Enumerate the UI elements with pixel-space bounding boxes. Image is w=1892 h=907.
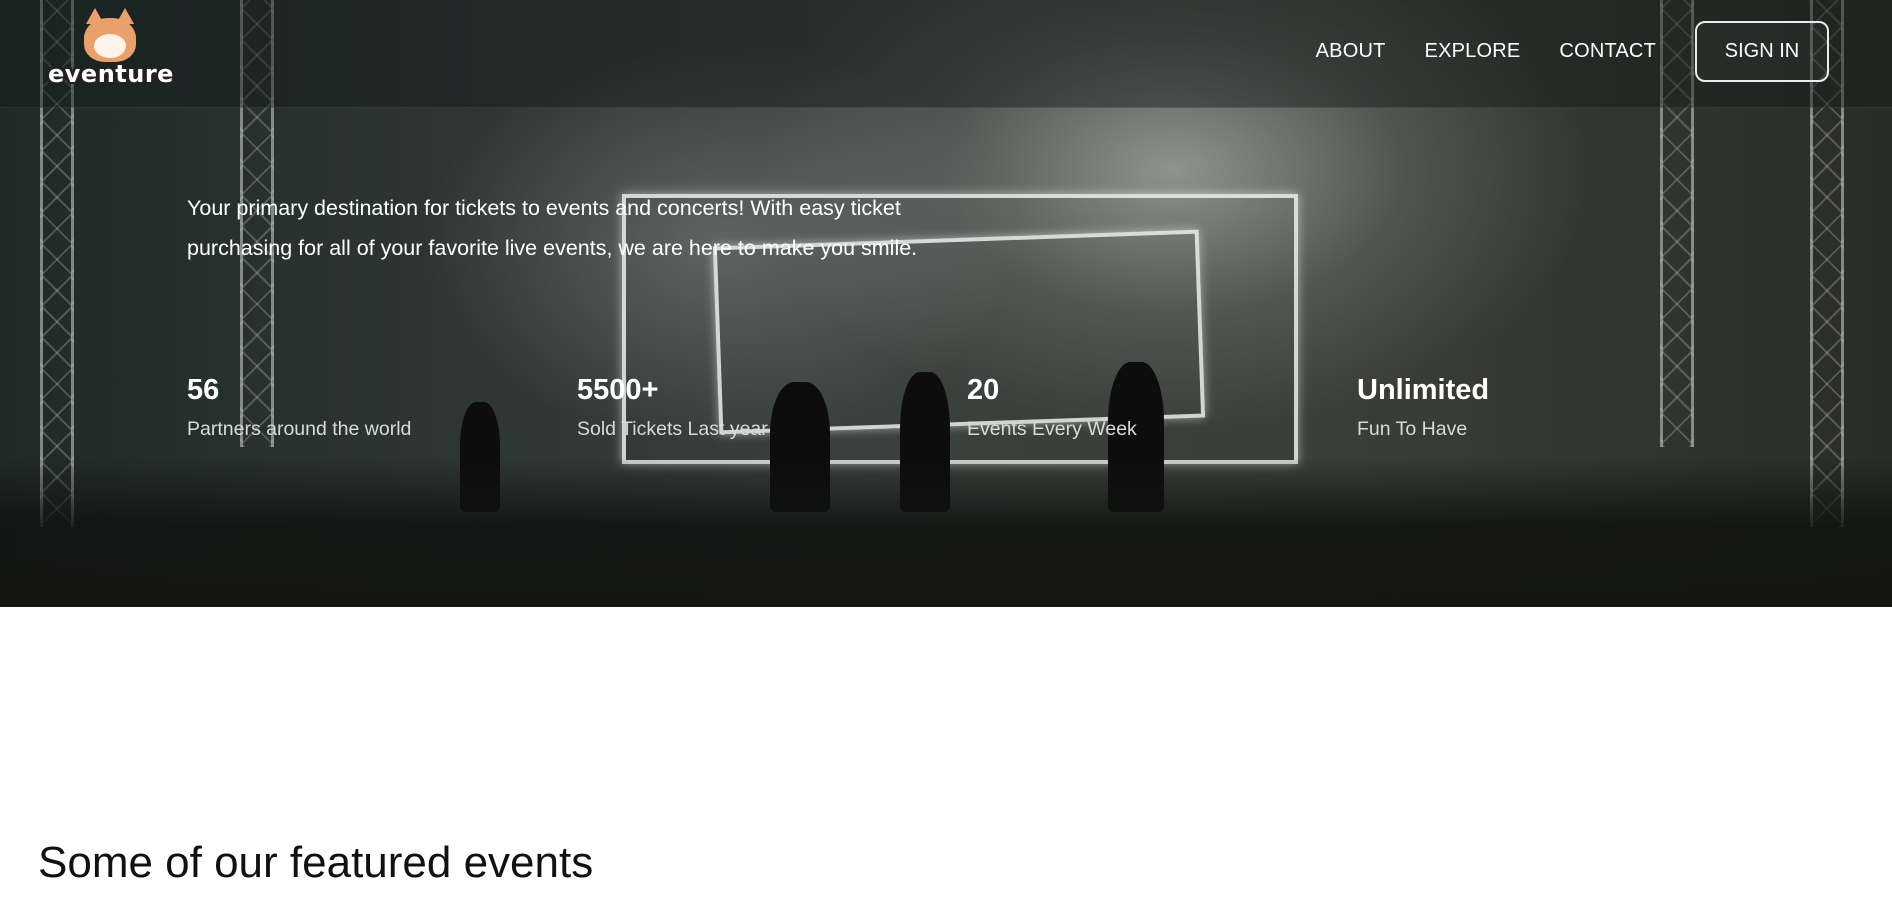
cat-mascot-icon [84, 8, 136, 62]
stat-value: 5500+ [577, 374, 659, 406]
brand-logo-text: eventure [48, 60, 174, 88]
stat-fun: Unlimited Fun To Have [1357, 369, 1697, 447]
nav-link-contact[interactable]: CONTACT [1559, 40, 1656, 63]
hero-section: eventure ABOUT EXPLORE CONTACT SIGN IN Y… [0, 0, 1892, 607]
crowd-silhouette [0, 457, 1892, 607]
stat-tickets: 5500+ Sold Tickets Last year [577, 369, 917, 447]
nav-links: ABOUT EXPLORE CONTACT [1277, 40, 1656, 63]
nav-link-explore[interactable]: EXPLORE [1425, 40, 1521, 63]
nav-link-about[interactable]: ABOUT [1316, 40, 1386, 63]
stat-label: Partners around the world [187, 418, 412, 440]
stat-events: 20 Events Every Week [967, 369, 1307, 447]
stat-label: Events Every Week [967, 418, 1137, 440]
hero-intro-text: Your primary destination for tickets to … [187, 196, 918, 260]
cat-face [94, 34, 126, 58]
stat-value: 56 [187, 374, 220, 406]
top-navbar: eventure ABOUT EXPLORE CONTACT SIGN IN [0, 0, 1892, 108]
stat-value: Unlimited [1357, 374, 1490, 406]
stats-row: 56 Partners around the world 5500+ Sold … [187, 369, 1489, 459]
brand-logo[interactable]: eventure [48, 8, 174, 92]
featured-events-heading: Some of our featured events [38, 838, 594, 887]
stat-label: Sold Tickets Last year [577, 418, 768, 440]
stat-label: Fun To Have [1357, 418, 1468, 440]
stat-partners: 56 Partners around the world [187, 369, 527, 447]
stat-value: 20 [967, 374, 1000, 406]
sign-in-button[interactable]: SIGN IN [1695, 21, 1829, 82]
